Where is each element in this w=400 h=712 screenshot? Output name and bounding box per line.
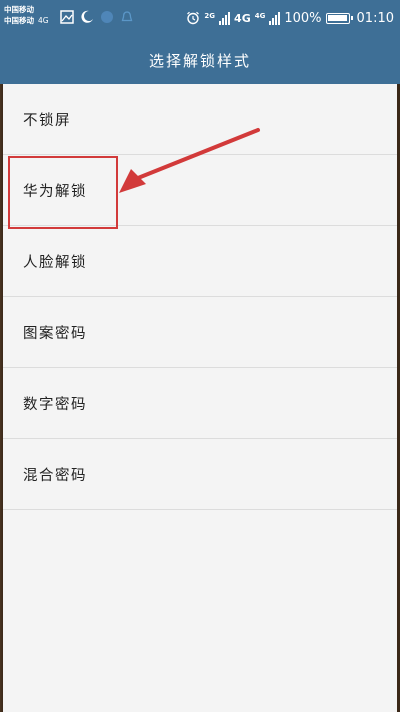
annotation-arrow-icon <box>119 128 260 193</box>
